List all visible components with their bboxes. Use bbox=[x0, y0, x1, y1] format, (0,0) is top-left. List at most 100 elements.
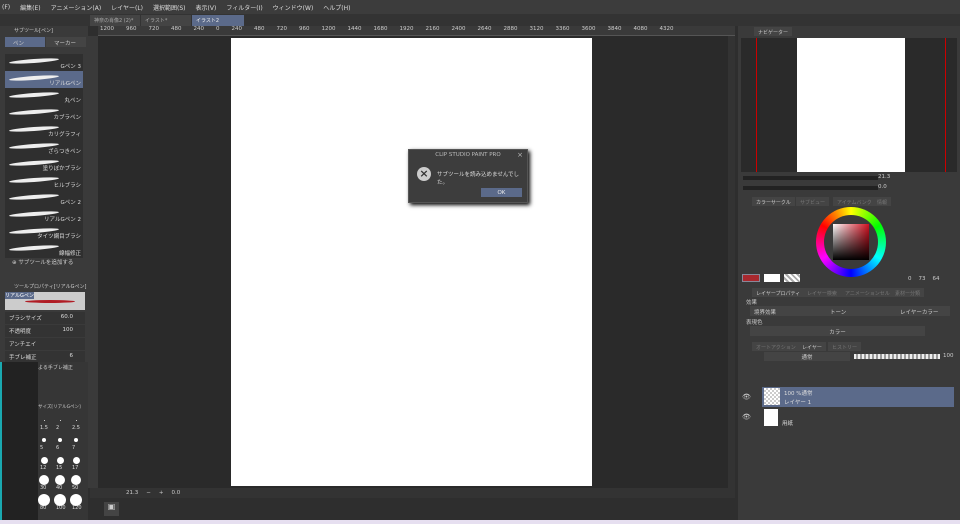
brush-size-dot[interactable] bbox=[75, 419, 77, 421]
menu-view[interactable]: 表示(V) bbox=[196, 3, 217, 12]
tab-layer-search[interactable]: レイヤー検索 bbox=[803, 288, 841, 297]
ruler-tick: 2880 bbox=[503, 26, 518, 32]
transparent-swatch[interactable] bbox=[784, 274, 800, 282]
ruler-tick: 3600 bbox=[581, 26, 596, 32]
angle-slider[interactable] bbox=[743, 186, 878, 190]
antialias-field[interactable]: アンチエイ bbox=[5, 338, 85, 350]
timeline-area: ▣ bbox=[90, 498, 735, 520]
brush-item[interactable]: Gペン 2 bbox=[5, 190, 83, 207]
zoom-slider[interactable] bbox=[743, 176, 878, 180]
sub-color-swatch[interactable] bbox=[764, 274, 780, 282]
brush-size-label: 6 bbox=[56, 445, 60, 451]
brush-size-dot[interactable] bbox=[74, 438, 78, 442]
eye-icon[interactable]: 👁 bbox=[742, 393, 751, 401]
ruler-tick: 4320 bbox=[659, 26, 674, 32]
speed-stab-label: よる手ブレ補正 bbox=[38, 365, 73, 371]
ruler-tick: 3840 bbox=[607, 26, 622, 32]
brush-size-dot[interactable] bbox=[40, 456, 48, 464]
tab-navigator[interactable]: ナビゲーター bbox=[754, 27, 793, 36]
brush-size-dot[interactable] bbox=[56, 456, 64, 464]
menu-edit[interactable]: 編集(E) bbox=[20, 3, 40, 12]
brush-size-dot[interactable] bbox=[55, 475, 65, 485]
opacity-field[interactable]: 不透明度 100 bbox=[5, 325, 85, 337]
border-effect-button[interactable]: 境界効果 bbox=[754, 308, 776, 316]
brush-item[interactable]: ヒルブラシ bbox=[5, 173, 83, 190]
brush-item[interactable]: リアルGペン 2 bbox=[5, 207, 83, 224]
expression-color-select[interactable]: カラー bbox=[750, 326, 925, 336]
brush-size-dot[interactable] bbox=[43, 419, 45, 421]
blend-mode-select[interactable]: 通常 bbox=[764, 352, 850, 361]
menu-selection[interactable]: 選択範囲(S) bbox=[153, 3, 186, 12]
zoom-value[interactable]: 21.3 bbox=[126, 490, 138, 496]
eye-icon[interactable]: 👁 bbox=[742, 413, 751, 421]
brush-item[interactable]: Gペン 3 bbox=[5, 54, 83, 71]
tab-auto-action[interactable]: オートアクション bbox=[752, 342, 800, 351]
doc-tab-2[interactable]: イラスト* bbox=[141, 15, 191, 26]
brush-item[interactable]: タイツ網目ブラシ bbox=[5, 224, 83, 241]
taskbar-strip bbox=[0, 520, 960, 524]
tab-animation-cel[interactable]: アニメーションセル bbox=[841, 288, 894, 297]
empty-pane bbox=[0, 362, 38, 520]
brush-item[interactable]: リアルGペン bbox=[5, 71, 83, 88]
brush-size-dot[interactable] bbox=[72, 456, 80, 464]
tab-info[interactable]: 情報 bbox=[873, 197, 892, 206]
error-x-icon: × bbox=[417, 167, 431, 181]
brush-item[interactable]: ざらつきペン bbox=[5, 139, 83, 156]
tab-layer[interactable]: レイヤー bbox=[798, 342, 826, 351]
tab-layer-property[interactable]: レイヤープロパティ bbox=[752, 288, 805, 297]
zoom-out-button[interactable]: − bbox=[146, 490, 151, 496]
angle-value[interactable]: 0.0 bbox=[171, 490, 180, 496]
add-subtool-label: サブツールを追加する bbox=[18, 260, 74, 266]
brush-size-dot[interactable] bbox=[39, 475, 49, 485]
brush-item[interactable]: 塗りぼかブラシ bbox=[5, 156, 83, 173]
brush-item[interactable]: カブラペン bbox=[5, 105, 83, 122]
brush-size-dot[interactable] bbox=[59, 419, 61, 421]
layer-row[interactable]: 100 %通常 レイヤー 1 bbox=[762, 387, 954, 407]
tab-pen[interactable]: ペン bbox=[5, 37, 45, 47]
menu-window[interactable]: ウィンドウ(W) bbox=[273, 3, 314, 12]
navigator-angle[interactable]: 0.0 bbox=[878, 184, 887, 190]
doc-tab-3[interactable]: イラスト2 bbox=[192, 15, 244, 26]
menu-layer[interactable]: レイヤー(L) bbox=[111, 3, 143, 12]
layer-row[interactable]: 用紙 bbox=[762, 408, 954, 428]
canvas-scrollbar[interactable] bbox=[728, 36, 735, 488]
menu-filter[interactable]: フィルター(I) bbox=[226, 3, 262, 12]
doc-tab-1[interactable]: 神奈の肖像2 (2)* bbox=[90, 15, 140, 26]
brush-size-label: 100 bbox=[56, 505, 66, 511]
menu-file[interactable]: (F) bbox=[2, 4, 10, 11]
add-subtool-button[interactable]: ⊕ サブツールを追加する bbox=[12, 258, 73, 266]
brush-item[interactable]: カリグラフィ bbox=[5, 122, 83, 139]
tab-history[interactable]: ヒストリー bbox=[828, 342, 862, 351]
tone-button[interactable]: トーン bbox=[830, 308, 846, 316]
brush-size-dot[interactable] bbox=[42, 438, 46, 442]
vertical-ruler bbox=[88, 36, 98, 488]
brush-item[interactable]: 線幅修正 bbox=[5, 241, 83, 258]
main-color-swatch[interactable] bbox=[742, 274, 760, 282]
menu-animation[interactable]: アニメーション(A) bbox=[51, 3, 102, 12]
brush-size-dot[interactable] bbox=[58, 438, 62, 442]
brush-size-field[interactable]: ブラシサイズ 60.0 bbox=[5, 312, 85, 324]
ruler-tick: 3360 bbox=[555, 26, 570, 32]
brush-size-dot[interactable] bbox=[71, 475, 81, 485]
layer-opacity-value[interactable]: 100 bbox=[943, 353, 954, 359]
tab-color-circle[interactable]: カラーサークル bbox=[752, 197, 795, 206]
menu-help[interactable]: ヘルプ(H) bbox=[323, 3, 350, 12]
layer-color-button[interactable]: レイヤーカラー bbox=[900, 308, 938, 316]
zoom-in-button[interactable]: + bbox=[159, 490, 164, 496]
paper-thumbnail bbox=[764, 409, 778, 426]
saturation-value-square[interactable] bbox=[833, 224, 869, 260]
tab-subview[interactable]: サブビュー bbox=[796, 197, 830, 206]
tab-material[interactable]: 素材ー分類 bbox=[891, 288, 925, 297]
brush-item[interactable]: 丸ペン bbox=[5, 88, 83, 105]
navigator-zoom[interactable]: 21.3 bbox=[878, 174, 890, 180]
ruler-tick: 960 bbox=[126, 26, 137, 32]
layout-icon[interactable]: ▣ bbox=[104, 502, 119, 516]
brush-size-label: 2.5 bbox=[72, 425, 80, 431]
tab-marker[interactable]: マーカー bbox=[46, 37, 86, 47]
close-icon[interactable]: × bbox=[517, 151, 523, 159]
ruler-tick: 1920 bbox=[399, 26, 414, 32]
ok-button[interactable]: OK bbox=[481, 188, 522, 197]
canvas-paper[interactable] bbox=[231, 38, 592, 486]
tab-item-bank[interactable]: アイテムバンク bbox=[833, 197, 876, 206]
layer-opacity-slider[interactable] bbox=[854, 354, 940, 359]
